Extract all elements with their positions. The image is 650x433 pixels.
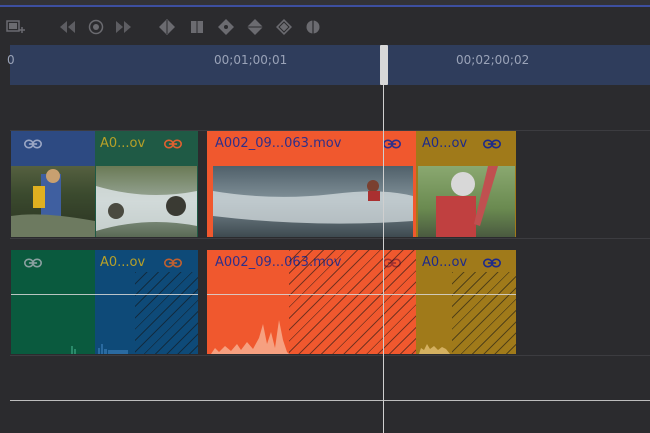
add-track-icon[interactable] — [5, 18, 25, 36]
link-icon[interactable] — [483, 258, 501, 268]
audio-level-line — [207, 294, 416, 295]
video-thumbnail — [11, 166, 95, 237]
keyframe-icon[interactable] — [158, 18, 176, 36]
video-clip-1[interactable] — [11, 131, 95, 237]
stop-icon[interactable] — [188, 18, 206, 36]
window-top-border — [0, 0, 650, 7]
skip-forward-icon[interactable] — [115, 18, 133, 36]
audio-clip-1[interactable] — [11, 250, 95, 354]
keyframe-icon[interactable] — [217, 18, 235, 36]
audio-waveform — [211, 320, 289, 354]
audio-clip-4[interactable]: A0...ov — [416, 250, 516, 354]
audio-level-line — [11, 294, 95, 295]
keyframe-icon[interactable] — [275, 18, 293, 36]
audio-clip-3[interactable]: A002_09...063.mov — [207, 250, 416, 354]
clip-title: A002_09...063.mov — [215, 136, 342, 151]
link-icon[interactable] — [483, 139, 501, 149]
ruler-timecode-1: 00;01;00;01 — [214, 53, 288, 67]
ruler-timecode-2: 00;02;00;02 — [456, 53, 530, 67]
record-icon[interactable] — [87, 18, 105, 36]
audio-level-line — [95, 294, 198, 295]
audio-waveform — [98, 344, 128, 354]
track-separator — [10, 400, 650, 401]
clip-title: A0...ov — [100, 255, 146, 270]
timeline-toolbar — [0, 7, 650, 45]
clip-title: A0...ov — [100, 136, 146, 151]
video-clip-2[interactable]: A0...ov — [95, 131, 198, 237]
link-icon[interactable] — [164, 139, 182, 149]
playhead-handle[interactable] — [380, 45, 388, 85]
track-separator — [10, 355, 650, 356]
video-clip-4[interactable]: A0...ov — [416, 131, 516, 237]
video-thumbnail — [96, 166, 197, 237]
split-icon[interactable] — [304, 18, 322, 36]
ruler-start-label: 0 — [7, 53, 15, 67]
link-icon[interactable] — [164, 258, 182, 268]
skip-back-icon[interactable] — [58, 18, 76, 36]
clip-title: A0...ov — [422, 255, 468, 270]
video-thumbnail — [418, 166, 515, 237]
video-clip-3[interactable]: A002_09...063.mov — [207, 131, 416, 237]
clip-title: A0...ov — [422, 136, 468, 151]
link-icon[interactable] — [24, 258, 42, 268]
link-icon[interactable] — [24, 139, 42, 149]
link-icon[interactable] — [383, 139, 401, 149]
audio-level-line — [416, 294, 516, 295]
audio-waveform — [71, 346, 76, 354]
keyframe-icon[interactable] — [246, 18, 264, 36]
timecode-ruler[interactable]: 0 00;01;00;01 00;02;00;02 — [7, 45, 650, 85]
audio-clip-2[interactable]: A0...ov — [95, 250, 198, 354]
playhead-line[interactable] — [383, 45, 384, 433]
track-separator — [10, 238, 650, 239]
audio-waveform — [419, 344, 450, 354]
